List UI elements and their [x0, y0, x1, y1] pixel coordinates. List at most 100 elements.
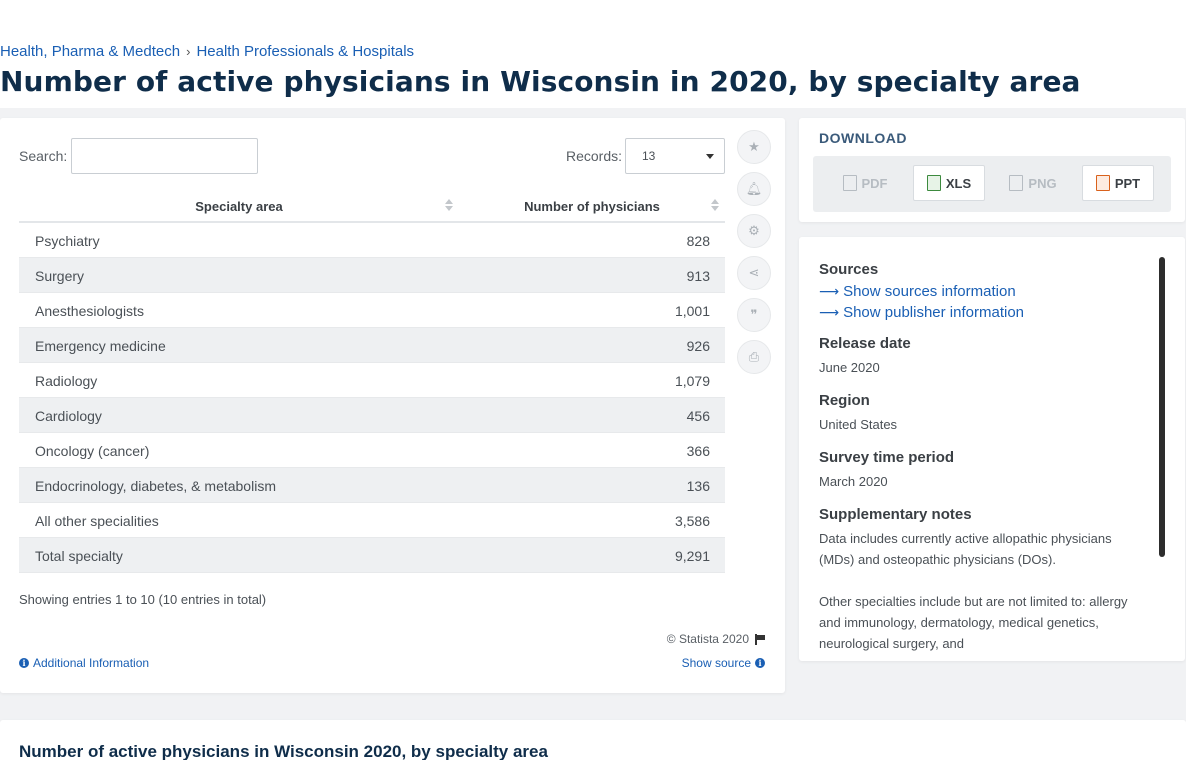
ppt-file-icon: [1095, 175, 1110, 191]
share-icon[interactable]: ⋖: [737, 256, 771, 290]
table-row: Psychiatry 828: [19, 223, 725, 258]
copyright: © Statista 2020: [667, 632, 765, 646]
row-label: Endocrinology, diabetes, & metabolism: [35, 478, 276, 494]
gear-icon[interactable]: ⚙: [737, 214, 771, 248]
download-buttons: PDF XLS PNG PPT: [813, 156, 1171, 212]
row-label: Psychiatry: [35, 233, 100, 249]
show-source-label: Show source: [681, 656, 751, 670]
notes-text-2: Other specialties include but are not li…: [819, 594, 1128, 651]
breadcrumb-separator: ›: [186, 44, 191, 59]
show-publisher-link[interactable]: ⟶ Show publisher information: [819, 304, 1149, 321]
row-label: All other specialities: [35, 513, 159, 529]
row-value: 1,079: [674, 373, 710, 389]
arrow-right-icon: ⟶: [819, 283, 840, 300]
row-value: 456: [686, 408, 710, 424]
row-value: 9,291: [674, 548, 710, 564]
show-publisher-label: Show publisher information: [843, 304, 1025, 321]
star-icon[interactable]: ★: [737, 130, 771, 164]
table-header: Specialty area Number of physicians: [19, 188, 725, 223]
additional-info-label: Additional Information: [33, 656, 150, 670]
xls-file-icon: [926, 175, 941, 191]
description-card: Number of active physicians in Wisconsin…: [0, 720, 1186, 760]
sources-title: Sources: [819, 261, 879, 278]
sources-block: Sources ⟶ Show sources information ⟶ Sho…: [819, 261, 1149, 321]
xls-label: XLS: [945, 175, 972, 191]
region-block: Region United States: [819, 392, 1149, 435]
search-label: Search:: [19, 148, 68, 164]
arrow-right-icon: ⟶: [819, 304, 840, 321]
row-label: Total specialty: [35, 548, 123, 564]
release-date-title: Release date: [819, 335, 911, 352]
sort-icon[interactable]: [711, 199, 719, 213]
row-value: 828: [686, 233, 710, 249]
row-label: Anesthesiologists: [35, 303, 144, 319]
show-source-link[interactable]: Show source i: [682, 656, 765, 670]
records-select-value: 13: [642, 149, 656, 163]
survey-period-value: March 2020: [819, 474, 888, 489]
sort-icon[interactable]: [445, 199, 453, 213]
row-label: Emergency medicine: [35, 338, 166, 354]
row-value: 926: [686, 338, 710, 354]
pdf-download-button[interactable]: PDF: [829, 165, 901, 201]
release-date-block: Release date June 2020: [819, 335, 1149, 378]
records-label: Records:: [566, 148, 623, 164]
table-row: Total specialty 9,291: [19, 538, 725, 573]
row-value: 3,586: [674, 513, 710, 529]
side-toolbar: ★ 🔔︎ ⚙ ⋖ ❞ ⎙: [737, 130, 773, 382]
info-icon: i: [19, 658, 29, 668]
region-value: United States: [819, 417, 898, 432]
print-icon[interactable]: ⎙: [737, 340, 771, 374]
table-row: All other specialities 3,586: [19, 503, 725, 538]
notes-title: Supplementary notes: [819, 506, 972, 523]
breadcrumb: Health, Pharma & Medtech › Health Profes…: [0, 43, 414, 60]
search-input[interactable]: [71, 138, 258, 174]
scrollbar[interactable]: [1159, 257, 1165, 557]
additional-info-link[interactable]: i Additional Information: [19, 656, 149, 670]
show-sources-link[interactable]: ⟶ Show sources information: [819, 283, 1149, 300]
row-value: 136: [686, 478, 710, 494]
table-row: Endocrinology, diabetes, & metabolism 136: [19, 468, 725, 503]
row-label: Oncology (cancer): [35, 443, 150, 459]
ppt-download-button[interactable]: PPT: [1082, 165, 1154, 201]
png-label: PNG: [1028, 175, 1057, 191]
copyright-text[interactable]: © Statista 2020: [667, 632, 749, 646]
column-header-number[interactable]: Number of physicians: [459, 199, 725, 214]
pdf-file-icon: [842, 175, 857, 191]
row-label: Surgery: [35, 268, 85, 284]
row-value: 1,001: [674, 303, 710, 319]
download-card: DOWNLOAD PDF XLS PNG PPT: [799, 118, 1185, 222]
pdf-label: PDF: [861, 175, 888, 191]
notes-text-1: Data includes currently active allopathi…: [819, 531, 1112, 567]
bell-icon[interactable]: 🔔︎: [737, 172, 771, 206]
xls-download-button[interactable]: XLS: [913, 165, 985, 201]
png-download-button[interactable]: PNG: [997, 165, 1069, 201]
table-row: Radiology 1,079: [19, 363, 725, 398]
notes-block: Supplementary notes Data includes curren…: [819, 506, 1149, 654]
survey-period-block: Survey time period March 2020: [819, 449, 1149, 492]
column-header-specialty[interactable]: Specialty area: [19, 199, 459, 214]
info-content: Sources ⟶ Show sources information ⟶ Sho…: [819, 261, 1149, 661]
table-row: Cardiology 456: [19, 398, 725, 433]
quote-icon[interactable]: ❞: [737, 298, 771, 332]
release-date-value: June 2020: [819, 360, 880, 375]
chevron-down-icon: [706, 154, 714, 159]
table-info: Showing entries 1 to 10 (10 entries in t…: [19, 592, 267, 607]
ppt-label: PPT: [1114, 175, 1141, 191]
description-title: Number of active physicians in Wisconsin…: [19, 742, 548, 760]
table-row: Anesthesiologists 1,001: [19, 293, 725, 328]
table-row: Surgery 913: [19, 258, 725, 293]
records-select[interactable]: 13: [625, 138, 725, 174]
page-title: Number of active physicians in Wisconsin…: [0, 65, 1081, 98]
flag-icon[interactable]: [755, 633, 765, 645]
row-label: Cardiology: [35, 408, 102, 424]
download-title: DOWNLOAD: [819, 130, 907, 146]
info-icon: i: [755, 658, 765, 668]
statistic-info-card: Sources ⟶ Show sources information ⟶ Sho…: [799, 237, 1185, 661]
breadcrumb-item-health[interactable]: Health, Pharma & Medtech: [0, 43, 180, 60]
table-row: Oncology (cancer) 366: [19, 433, 725, 468]
row-value: 366: [686, 443, 710, 459]
row-value: 913: [686, 268, 710, 284]
statistic-table-card: Search: Records: 13 Specialty area Numbe…: [0, 118, 785, 693]
table-row: Emergency medicine 926: [19, 328, 725, 363]
breadcrumb-item-professionals[interactable]: Health Professionals & Hospitals: [196, 43, 414, 60]
